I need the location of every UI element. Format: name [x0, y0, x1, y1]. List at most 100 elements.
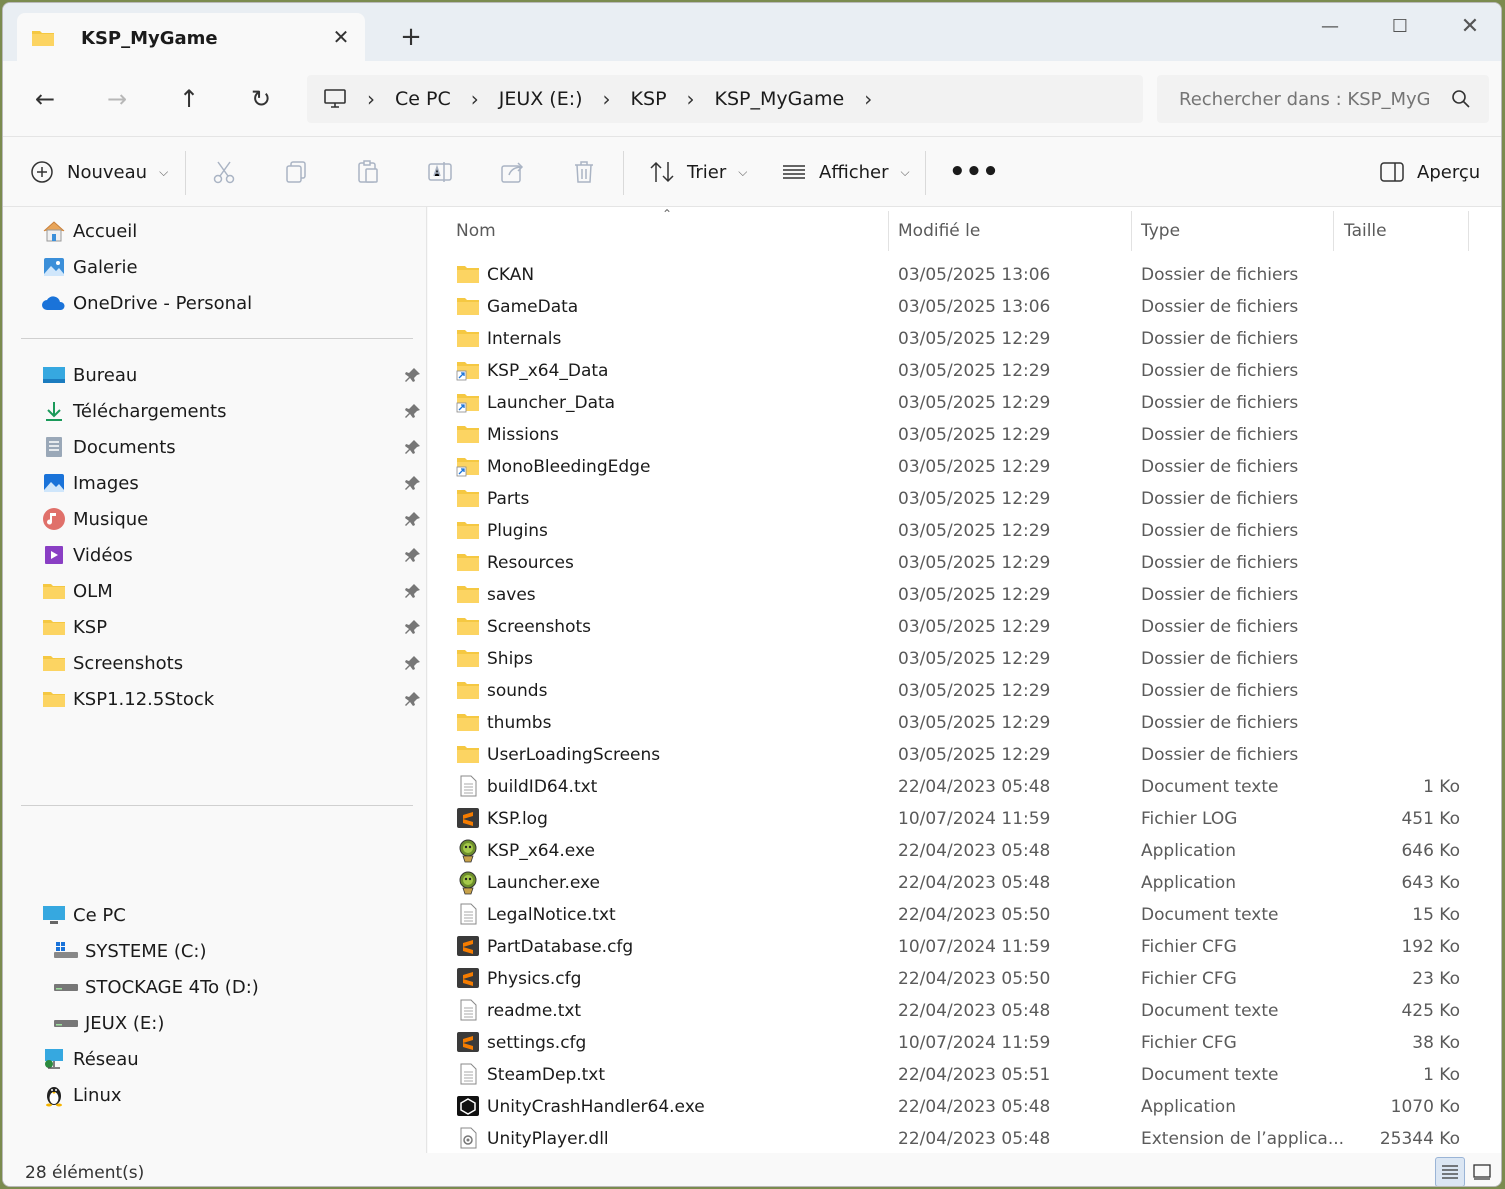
- sidebar-item-telechargements[interactable]: Téléchargements: [41, 395, 421, 427]
- breadcrumb-ksp-mygame[interactable]: KSP_MyGame: [715, 88, 845, 110]
- view-button[interactable]: Afficher ⌵: [781, 155, 910, 189]
- sidebar-item-ksp1-12-5stock[interactable]: KSP1.12.5Stock: [41, 683, 421, 715]
- sidebar-item-images[interactable]: Images: [41, 467, 421, 499]
- file-row[interactable]: Plugins 03/05/2025 12:29 Dossier de fichie…: [456, 515, 1466, 547]
- file-row[interactable]: Resources 03/05/2025 12:29 Dossier de fich…: [456, 547, 1466, 579]
- refresh-button[interactable]: ↻: [243, 81, 279, 117]
- close-tab-icon[interactable]: ✕: [329, 25, 353, 49]
- sidebar-item-jeux-e[interactable]: JEUX (E:): [53, 1007, 433, 1039]
- file-row[interactable]: CKAN 03/05/2025 13:06 Dossier de fichiers: [456, 259, 1466, 291]
- search-icon[interactable]: [1451, 89, 1471, 109]
- breadcrumb-ksp[interactable]: KSP: [631, 88, 667, 110]
- chevron-right-icon[interactable]: ›: [864, 87, 872, 111]
- rename-icon[interactable]: [427, 159, 453, 185]
- sidebar-item-screenshots[interactable]: Screenshots: [41, 647, 421, 679]
- pin-icon[interactable]: [405, 619, 421, 635]
- sidebar-item-stockage-d[interactable]: STOCKAGE 4To (D:): [53, 971, 433, 1003]
- close-window-button[interactable]: ✕: [1447, 11, 1493, 41]
- file-row[interactable]: saves 03/05/2025 12:29 Dossier de fichiers: [456, 579, 1466, 611]
- minimize-button[interactable]: —: [1307, 11, 1353, 41]
- search-input[interactable]: [1179, 88, 1429, 110]
- file-row[interactable]: buildID64.txt 22/04/2023 05:48 Document te…: [456, 771, 1466, 803]
- column-divider[interactable]: [1468, 211, 1469, 251]
- file-row[interactable]: KSP_x64_Data 03/05/2025 12:29 Dossier de f…: [456, 355, 1466, 387]
- file-row[interactable]: Screenshots 03/05/2025 12:29 Dossier de fi…: [456, 611, 1466, 643]
- pin-icon[interactable]: [405, 511, 421, 527]
- chevron-right-icon[interactable]: ›: [687, 87, 695, 111]
- sidebar-item-onedrive[interactable]: OneDrive - Personal: [41, 287, 421, 319]
- sidebar-item-linux[interactable]: Linux: [41, 1079, 421, 1111]
- new-tab-button[interactable]: +: [397, 22, 425, 52]
- pin-icon[interactable]: [405, 691, 421, 707]
- preview-button[interactable]: Aperçu: [1379, 155, 1480, 189]
- file-row[interactable]: UserLoadingScreens 03/05/2025 12:29 Dossie…: [456, 739, 1466, 771]
- file-row[interactable]: Parts 03/05/2025 12:29 Dossier de fichiers: [456, 483, 1466, 515]
- sidebar-item-ksp[interactable]: KSP: [41, 611, 421, 643]
- copy-icon[interactable]: [283, 159, 309, 185]
- file-row[interactable]: UnityCrashHandler64.exe 22/04/2023 05:48 A…: [456, 1091, 1466, 1123]
- pin-icon[interactable]: [405, 403, 421, 419]
- file-row[interactable]: settings.cfg 10/07/2024 11:59 Fichier CFG 3…: [456, 1027, 1466, 1059]
- file-row[interactable]: thumbs 03/05/2025 12:29 Dossier de fichier…: [456, 707, 1466, 739]
- address-bar[interactable]: › Ce PC › JEUX (E:) › KSP › KSP_MyGame ›: [307, 75, 1143, 123]
- search-box[interactable]: [1157, 75, 1489, 123]
- file-row[interactable]: GameData 03/05/2025 13:06 Dossier de fichi…: [456, 291, 1466, 323]
- cut-icon[interactable]: [211, 159, 237, 185]
- column-header-type[interactable]: Type: [1141, 211, 1180, 251]
- sidebar-item-reseau[interactable]: Réseau: [41, 1043, 421, 1075]
- paste-icon[interactable]: [355, 159, 381, 185]
- column-divider[interactable]: [888, 211, 889, 251]
- pin-icon[interactable]: [405, 655, 421, 671]
- breadcrumb-jeux[interactable]: JEUX (E:): [499, 88, 583, 110]
- breadcrumb-ce-pc[interactable]: Ce PC: [395, 88, 451, 110]
- chevron-right-icon[interactable]: ›: [603, 87, 611, 111]
- sort-button[interactable]: Trier ⌵: [649, 155, 747, 189]
- file-row[interactable]: Missions 03/05/2025 12:29 Dossier de fichi…: [456, 419, 1466, 451]
- sidebar-item-musique[interactable]: Musique: [41, 503, 421, 535]
- sidebar-item-galerie[interactable]: Galerie: [41, 251, 421, 283]
- file-row[interactable]: Physics.cfg 22/04/2023 05:50 Fichier CFG 23…: [456, 963, 1466, 995]
- column-header-modified[interactable]: Modifié le: [898, 211, 980, 251]
- share-icon[interactable]: [499, 159, 525, 185]
- details-view-button[interactable]: [1435, 1157, 1465, 1186]
- sidebar-item-documents[interactable]: Documents: [41, 431, 421, 463]
- file-row[interactable]: Launcher.exe 22/04/2023 05:48 Application 6…: [456, 867, 1466, 899]
- sidebar-item-systeme-c[interactable]: SYSTEME (C:): [53, 935, 433, 967]
- tab-ksp-mygame[interactable]: KSP_MyGame ✕: [17, 13, 365, 63]
- pin-icon[interactable]: [405, 583, 421, 599]
- file-row[interactable]: Ships 03/05/2025 12:29 Dossier de fichiers: [456, 643, 1466, 675]
- back-button[interactable]: ←: [27, 81, 63, 117]
- new-button[interactable]: Nouveau ⌵: [29, 155, 168, 189]
- file-row[interactable]: PartDatabase.cfg 10/07/2024 11:59 Fichier …: [456, 931, 1466, 963]
- pin-icon[interactable]: [405, 547, 421, 563]
- chevron-right-icon[interactable]: ›: [471, 87, 479, 111]
- file-row[interactable]: Launcher_Data 03/05/2025 12:29 Dossier de …: [456, 387, 1466, 419]
- sidebar-item-bureau[interactable]: Bureau: [41, 359, 421, 391]
- column-divider[interactable]: [1131, 211, 1132, 251]
- sidebar-item-videos[interactable]: Vidéos: [41, 539, 421, 571]
- sidebar-item-accueil[interactable]: Accueil: [41, 215, 421, 247]
- delete-icon[interactable]: [571, 159, 597, 185]
- tiles-view-button[interactable]: [1467, 1157, 1497, 1186]
- file-row[interactable]: KSP_x64.exe 22/04/2023 05:48 Application 64…: [456, 835, 1466, 867]
- file-row[interactable]: readme.txt 22/04/2023 05:48 Document texte…: [456, 995, 1466, 1027]
- chevron-right-icon[interactable]: ›: [367, 87, 375, 111]
- more-options-icon[interactable]: •••: [949, 155, 999, 189]
- file-row[interactable]: SteamDep.txt 22/04/2023 05:51 Document tex…: [456, 1059, 1466, 1091]
- column-header-size[interactable]: Taille: [1344, 211, 1387, 251]
- sidebar-item-olm[interactable]: OLM: [41, 575, 421, 607]
- file-row[interactable]: UnityPlayer.dll 22/04/2023 05:48 Extension…: [456, 1123, 1466, 1155]
- forward-button[interactable]: →: [99, 81, 135, 117]
- file-row[interactable]: Internals 03/05/2025 12:29 Dossier de fich…: [456, 323, 1466, 355]
- sidebar-item-ce-pc[interactable]: Ce PC: [41, 899, 421, 931]
- column-divider[interactable]: [1333, 211, 1334, 251]
- pin-icon[interactable]: [405, 439, 421, 455]
- file-row[interactable]: KSP.log 10/07/2024 11:59 Fichier LOG 451 Ko: [456, 803, 1466, 835]
- file-row[interactable]: MonoBleedingEdge 03/05/2025 12:29 Dossier …: [456, 451, 1466, 483]
- pin-icon[interactable]: [405, 367, 421, 383]
- file-row[interactable]: sounds 03/05/2025 12:29 Dossier de fichier…: [456, 675, 1466, 707]
- maximize-button[interactable]: ☐: [1377, 11, 1423, 41]
- pin-icon[interactable]: [405, 475, 421, 491]
- file-row[interactable]: LegalNotice.txt 22/04/2023 05:50 Document …: [456, 899, 1466, 931]
- up-button[interactable]: ↑: [171, 81, 207, 117]
